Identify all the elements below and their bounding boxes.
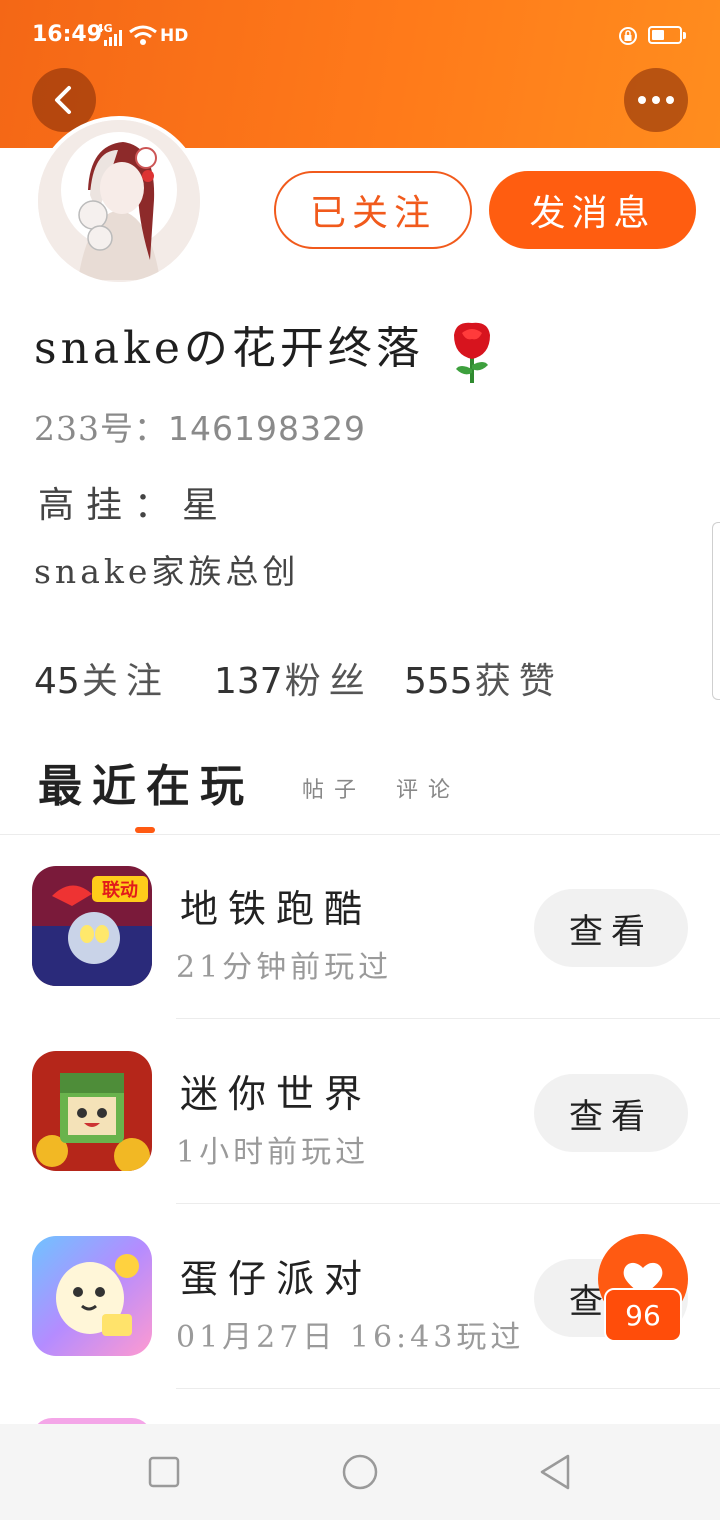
divider — [176, 1388, 720, 1389]
game-played-time: 01月27日 16:43玩过 — [176, 1320, 525, 1355]
user-id-value: 146198329 — [168, 409, 366, 448]
game-title: 蛋仔派对 — [180, 1257, 373, 1301]
stat-value: 137 — [214, 661, 283, 702]
stat-followers[interactable]: 137粉丝 — [214, 652, 373, 704]
system-navigation-bar — [0, 1424, 720, 1520]
tab-indicator — [135, 827, 155, 833]
home-icon[interactable] — [340, 1452, 380, 1492]
stat-label: 获赞 — [474, 661, 563, 702]
bio-line-2: snake家族总创 — [34, 552, 300, 591]
stat-label: 粉丝 — [284, 661, 373, 702]
stat-value: 555 — [404, 661, 473, 702]
game-icon: 联动 — [32, 866, 152, 986]
stat-value: 45 — [34, 661, 80, 702]
user-id: 233号：146198329 — [34, 402, 366, 450]
stat-following[interactable]: 45关注 — [34, 652, 170, 704]
avatar-illustration — [38, 120, 200, 282]
followed-button[interactable]: 已关注 — [274, 171, 472, 249]
send-message-button[interactable]: 发消息 — [489, 171, 696, 249]
avatar[interactable] — [34, 116, 204, 286]
recent-apps-icon[interactable] — [148, 1452, 180, 1492]
game-icon — [32, 1236, 152, 1356]
side-handle[interactable] — [712, 522, 720, 700]
battery-icon — [648, 26, 686, 44]
view-button[interactable]: 查看 — [534, 889, 688, 967]
game-icon-badge: 联动 — [102, 880, 138, 901]
game-icon — [32, 1051, 152, 1171]
game-title: 地铁跑酷 — [180, 887, 373, 931]
tab-posts[interactable]: 帖子 — [302, 772, 366, 804]
stat-likes[interactable]: 555获赞 — [404, 652, 563, 704]
tab-comments[interactable]: 评论 — [396, 772, 460, 804]
status-bar: 16:49 4G HD — [0, 18, 720, 58]
like-count-badge: 96 — [604, 1288, 682, 1342]
user-id-label: 233号： — [34, 409, 168, 448]
wifi-icon — [129, 25, 157, 45]
rotation-lock-icon — [619, 27, 637, 45]
game-played-time: 21分钟前玩过 — [176, 950, 393, 985]
back-nav-icon[interactable] — [538, 1452, 574, 1492]
view-button[interactable]: 查看 — [534, 1074, 688, 1152]
tab-recently-played[interactable]: 最近在玩 — [38, 750, 254, 814]
rose-emoji-icon — [453, 322, 490, 383]
profile-name: snakeの花开终落 — [34, 312, 494, 385]
bio-line-1: 高挂：星 — [38, 485, 231, 526]
signal-bars-icon — [104, 30, 122, 46]
list-item[interactable]: 联动 地铁跑酷 21分钟前玩过 查看 — [0, 834, 720, 1019]
game-played-time: 1小时前玩过 — [176, 1135, 370, 1170]
profile-tabs: 最近在玩 帖子 评论 — [0, 750, 720, 835]
more-dots-icon — [638, 96, 674, 104]
status-time: 16:49 — [32, 22, 103, 47]
game-title: 迷你世界 — [180, 1072, 373, 1116]
list-item[interactable]: 迷你世界 1小时前玩过 查看 — [0, 1019, 720, 1204]
profile-name-text: snakeの花开终落 — [34, 323, 424, 374]
hd-indicator: HD — [160, 26, 189, 46]
stat-label: 关注 — [81, 661, 170, 702]
more-options-button[interactable] — [624, 68, 688, 132]
